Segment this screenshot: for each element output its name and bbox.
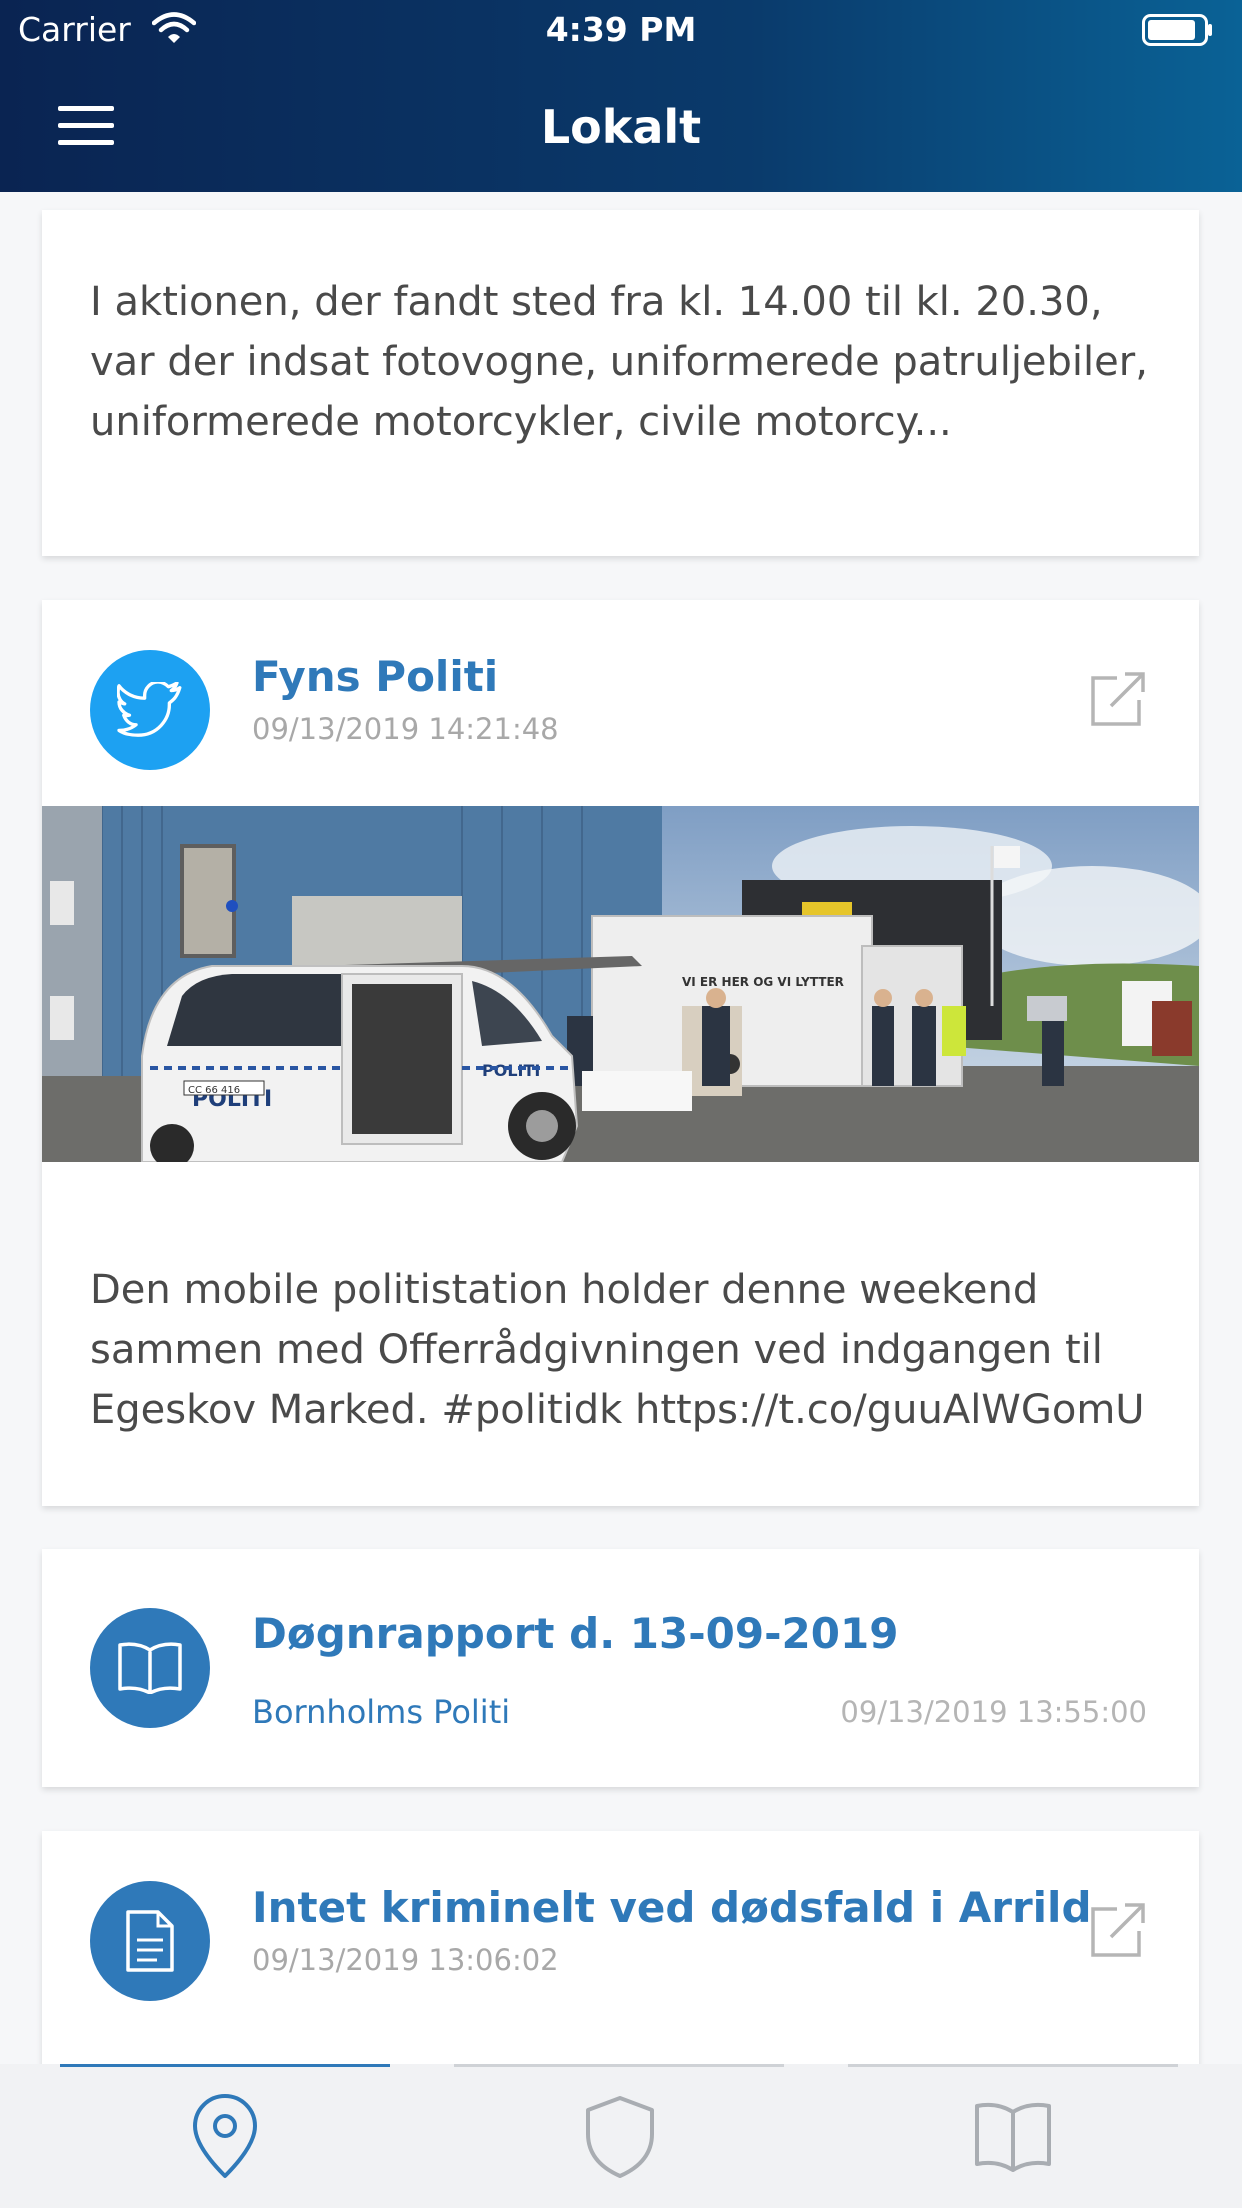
battery-icon xyxy=(1142,14,1212,46)
document-icon xyxy=(126,1910,174,1972)
shield-icon[interactable] xyxy=(580,2094,660,2180)
report-card[interactable]: Døgnrapport d. 13-09-2019 Bornholms Poli… xyxy=(42,1549,1199,1787)
tweet-text: Den mobile politistation holder denne we… xyxy=(90,1267,1145,1433)
tweet-date: 09/13/2019 14:21:48 xyxy=(252,712,559,746)
book-icon[interactable] xyxy=(973,2094,1053,2180)
license-plate: CC 66 416 xyxy=(188,1085,240,1096)
card-excerpt: I aktionen, der fandt sted fra kl. 14.00… xyxy=(90,279,1148,445)
report-source: Bornholms Politi xyxy=(252,1693,511,1731)
report-title: Døgnrapport d. 13-09-2019 xyxy=(252,1609,899,1658)
tab-bar xyxy=(0,2064,1242,2208)
book-icon xyxy=(118,1642,182,1694)
article-avatar xyxy=(90,1881,210,2001)
twitter-bird-icon xyxy=(117,682,182,737)
news-card[interactable]: I aktionen, der fandt sted fra kl. 14.00… xyxy=(42,210,1199,556)
van-side-label: POLITI xyxy=(482,1061,540,1080)
top-bar: Carrier 4:39 PM Lokalt xyxy=(0,0,1242,192)
tab-indicator xyxy=(454,2064,784,2067)
external-link-icon[interactable] xyxy=(1087,1901,1147,1961)
twitter-avatar xyxy=(90,650,210,770)
tweet-photo[interactable]: VI ER HER OG VI LYTTER POLITI POLITI CC … xyxy=(42,806,1199,1162)
location-pin-icon[interactable] xyxy=(185,2094,265,2180)
tab-indicator-selected xyxy=(60,2064,390,2067)
tweet-card[interactable]: Fyns Politi 09/13/2019 14:21:48 VI ER HE… xyxy=(42,600,1199,1506)
article-date: 09/13/2019 13:06:02 xyxy=(252,1943,559,1977)
article-title: Intet kriminelt ved dødsfald i Arrild xyxy=(252,1883,1092,1932)
external-link-icon[interactable] xyxy=(1087,670,1147,730)
trailer-sign-text: VI ER HER OG VI LYTTER xyxy=(682,975,844,989)
clock: 4:39 PM xyxy=(545,10,697,49)
report-avatar xyxy=(90,1608,210,1728)
page-title: Lokalt xyxy=(540,100,702,154)
report-date: 09/13/2019 13:55:00 xyxy=(840,1695,1147,1729)
tab-indicator xyxy=(848,2064,1178,2067)
tweet-source: Fyns Politi xyxy=(252,652,499,701)
police-van-photo: VI ER HER OG VI LYTTER POLITI POLITI CC … xyxy=(42,806,1199,1162)
status-bar: Carrier 4:39 PM xyxy=(0,0,1242,62)
